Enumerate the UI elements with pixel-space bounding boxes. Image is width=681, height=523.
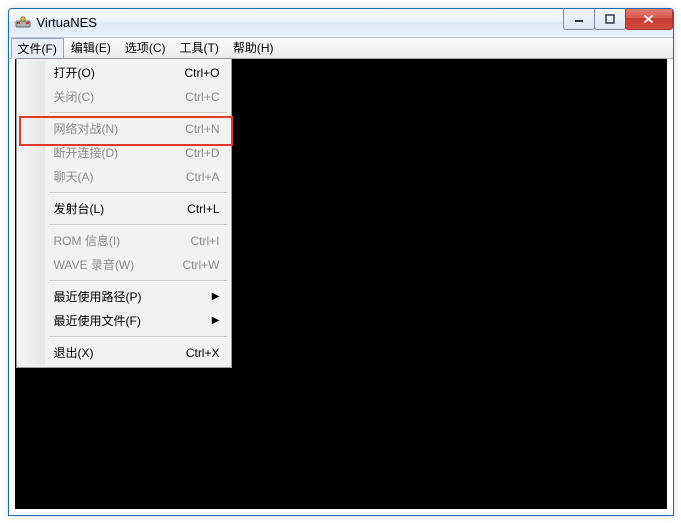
close-button[interactable] bbox=[625, 9, 673, 30]
menubar: 文件(F) 编辑(E) 选项(C) 工具(T) 帮助(H) bbox=[9, 38, 673, 59]
menu-item-shortcut: Ctrl+X bbox=[186, 346, 220, 360]
menu-item-9[interactable]: ROM 信息(I) Ctrl+I bbox=[19, 229, 229, 253]
menu-1[interactable]: 编辑(E) bbox=[64, 38, 118, 58]
menu-item-shortcut: Ctrl+D bbox=[185, 146, 219, 160]
minimize-button[interactable] bbox=[563, 9, 595, 30]
menu-item-7[interactable]: 发射台(L) Ctrl+L bbox=[19, 197, 229, 221]
menu-separator bbox=[49, 112, 227, 114]
menu-item-label: 退出(X) bbox=[54, 344, 174, 361]
menu-item-1[interactable]: 关闭(C) Ctrl+C bbox=[19, 85, 229, 109]
menu-item-3[interactable]: 网络对战(N) Ctrl+N bbox=[19, 117, 229, 141]
menu-item-label: 最近使用路径(P) bbox=[54, 288, 200, 305]
menu-item-15[interactable]: 退出(X) Ctrl+X bbox=[19, 341, 229, 365]
menu-item-13[interactable]: 最近使用文件(F) ▶ bbox=[19, 309, 229, 333]
menu-item-label: 聊天(A) bbox=[54, 168, 174, 185]
menu-item-shortcut: Ctrl+W bbox=[183, 258, 220, 272]
menu-item-5[interactable]: 聊天(A) Ctrl+A bbox=[19, 165, 229, 189]
window-title: VirtuaNES bbox=[37, 15, 97, 30]
menu-item-10[interactable]: WAVE 录音(W) Ctrl+W bbox=[19, 253, 229, 277]
maximize-icon bbox=[605, 14, 615, 24]
menu-item-12[interactable]: 最近使用路径(P) ▶ bbox=[19, 285, 229, 309]
menu-item-4[interactable]: 断开连接(D) Ctrl+D bbox=[19, 141, 229, 165]
menu-item-label: 发射台(L) bbox=[54, 200, 176, 217]
menu-label: 选项(C) bbox=[125, 39, 166, 56]
maximize-button[interactable] bbox=[594, 9, 626, 30]
menu-separator bbox=[49, 336, 227, 338]
menu-item-label: WAVE 录音(W) bbox=[54, 256, 171, 273]
menu-label: 帮助(H) bbox=[233, 39, 274, 56]
menu-item-shortcut: Ctrl+L bbox=[187, 202, 219, 216]
menu-item-label: 最近使用文件(F) bbox=[54, 312, 200, 329]
menu-label: 工具(T) bbox=[180, 39, 219, 56]
app-icon bbox=[15, 15, 31, 31]
file-menu-dropdown: 打开(O) Ctrl+O 关闭(C) Ctrl+C 网络对战(N) Ctrl+N 断开连接(… bbox=[16, 58, 232, 368]
menu-item-label: 打开(O) bbox=[54, 64, 173, 81]
menu-item-label: ROM 信息(I) bbox=[54, 232, 179, 249]
menu-separator bbox=[49, 280, 227, 282]
menu-label: 编辑(E) bbox=[71, 39, 111, 56]
menu-item-shortcut: Ctrl+A bbox=[186, 170, 220, 184]
menu-separator bbox=[49, 192, 227, 194]
menu-label: 文件(F) bbox=[18, 40, 57, 57]
menu-item-shortcut: Ctrl+I bbox=[190, 234, 219, 248]
menu-3[interactable]: 工具(T) bbox=[173, 38, 226, 58]
menu-item-shortcut: Ctrl+N bbox=[185, 122, 219, 136]
menu-4[interactable]: 帮助(H) bbox=[226, 38, 281, 58]
submenu-arrow-icon: ▶ bbox=[212, 316, 220, 326]
menu-2[interactable]: 选项(C) bbox=[118, 38, 173, 58]
menu-item-shortcut: Ctrl+C bbox=[185, 90, 219, 104]
submenu-arrow-icon: ▶ bbox=[212, 292, 220, 302]
titlebar[interactable]: VirtuaNES bbox=[9, 9, 673, 38]
menu-item-0[interactable]: 打开(O) Ctrl+O bbox=[19, 61, 229, 85]
close-icon bbox=[643, 14, 654, 24]
menu-item-label: 网络对战(N) bbox=[54, 120, 174, 137]
menu-separator bbox=[49, 224, 227, 226]
menu-item-shortcut: Ctrl+O bbox=[184, 66, 219, 80]
app-window: VirtuaNES 文件(F) 编辑(E) 选项(C) 工具(T) 帮助(H) bbox=[8, 8, 674, 516]
menu-0[interactable]: 文件(F) bbox=[11, 38, 64, 59]
menu-item-label: 关闭(C) bbox=[54, 88, 174, 105]
minimize-icon bbox=[574, 14, 584, 24]
menu-item-label: 断开连接(D) bbox=[54, 144, 174, 161]
window-buttons bbox=[564, 9, 673, 29]
